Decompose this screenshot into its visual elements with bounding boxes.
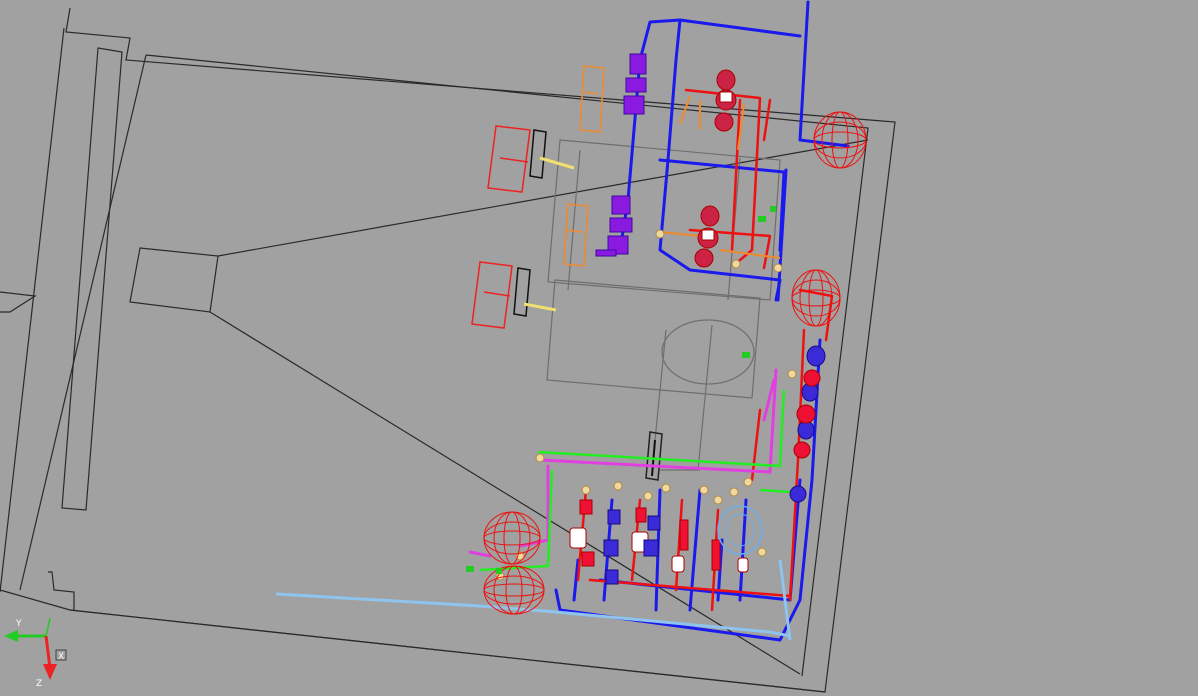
red-tanks — [483, 111, 867, 615]
cad-viewport[interactable]: Y X Z — [0, 0, 1198, 696]
red-piping — [576, 88, 834, 612]
tank-bottom-left-lower — [483, 565, 545, 615]
ucs-axis-icon: Y X Z — [4, 617, 67, 689]
tank-bottom-left-upper — [483, 511, 541, 565]
axis-x-label: X — [58, 652, 64, 662]
electrical-panels — [471, 65, 605, 329]
valve-clusters — [595, 53, 826, 503]
tank-top-right — [813, 111, 867, 169]
building-outline — [0, 7, 896, 693]
piping-3d-model[interactable]: Y X Z — [0, 0, 1198, 696]
axis-y-label: Y — [15, 619, 22, 629]
pump-array — [495, 229, 797, 585]
axis-z-label: Z — [36, 679, 42, 689]
